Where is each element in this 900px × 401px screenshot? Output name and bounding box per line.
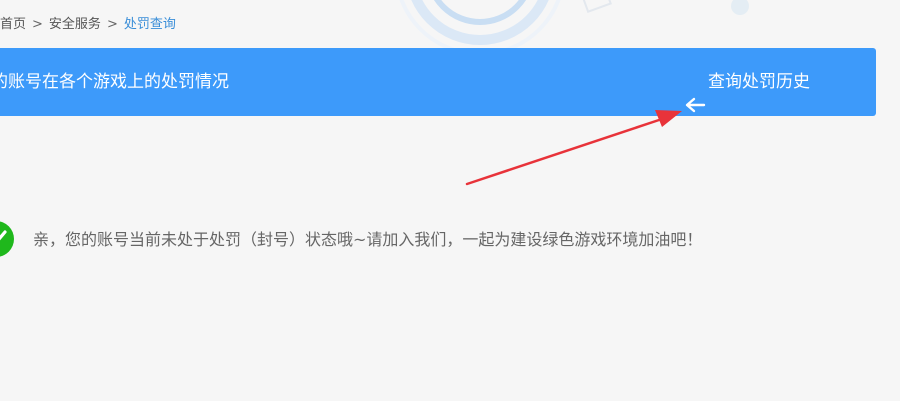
arrow-left-icon [684, 74, 706, 113]
breadcrumb-home[interactable]: 首页 [0, 17, 26, 32]
status-message: 亲，您的账号当前未处于处罚（封号）状态哦~请加入我们，一起为建设绿色游戏环境加油… [33, 230, 703, 249]
breadcrumb-separator: > [106, 17, 118, 32]
penalty-banner: 的账号在各个游戏上的处罚情况 查询处罚历史 [0, 48, 876, 116]
penalty-status: 亲，您的账号当前未处于处罚（封号）状态哦~请加入我们，一起为建设绿色游戏环境加油… [0, 215, 900, 265]
breadcrumb: 首页 > 安全服务 > 处罚查询 [0, 15, 176, 35]
check-circle-icon [0, 217, 14, 261]
penalty-history-label: 查询处罚历史 [708, 72, 810, 92]
breadcrumb-security[interactable]: 安全服务 [49, 17, 101, 32]
breadcrumb-current[interactable]: 处罚查询 [124, 17, 176, 32]
banner-title: 的账号在各个游戏上的处罚情况 [0, 72, 229, 92]
breadcrumb-separator: > [32, 17, 43, 32]
penalty-history-link[interactable]: 查询处罚历史 [684, 48, 810, 116]
